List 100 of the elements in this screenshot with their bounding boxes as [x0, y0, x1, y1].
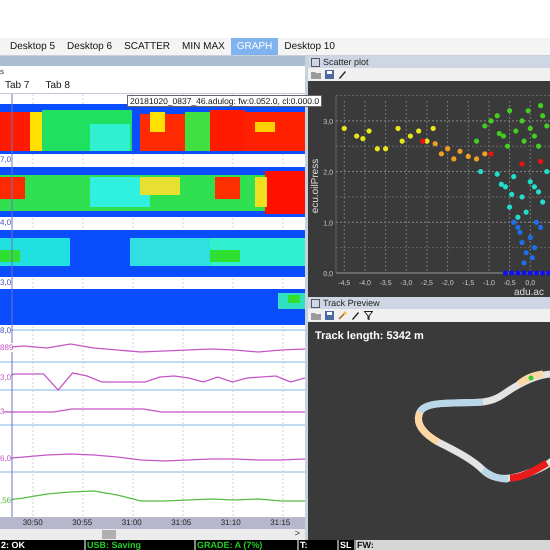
point: [445, 146, 450, 152]
point: [502, 270, 508, 276]
point: [538, 103, 544, 108]
point: [544, 123, 550, 129]
point: [534, 270, 540, 276]
point: [383, 146, 388, 152]
point: [494, 113, 500, 118]
point: [509, 192, 514, 197]
point: [524, 210, 529, 215]
status-text: FW:: [357, 540, 374, 550]
point: [544, 168, 550, 174]
axis-value-label: 3,0: [0, 373, 12, 382]
window-icon: [311, 58, 320, 66]
scroll-thumb[interactable]: [102, 530, 116, 540]
status-text: GRADE: A (7%): [197, 540, 262, 550]
point: [342, 126, 347, 132]
point: [540, 199, 546, 205]
point: [507, 204, 512, 210]
point: [354, 133, 360, 139]
point: [498, 182, 504, 187]
point: [374, 146, 380, 152]
scroll-right-arrow[interactable]: >: [294, 528, 300, 538]
point: [488, 118, 494, 124]
wand-icon[interactable]: [338, 311, 347, 320]
axis-value-label: 7,0: [0, 155, 12, 164]
point: [511, 220, 516, 225]
point: [528, 270, 533, 276]
desktop-tab[interactable]: Desktop 10: [278, 38, 341, 55]
point: [519, 194, 525, 200]
point: [534, 220, 540, 225]
desktop-tab[interactable]: Desktop 5: [4, 38, 62, 55]
desktop-tab[interactable]: Desktop 6: [61, 38, 118, 55]
point: [504, 144, 510, 149]
point: [488, 151, 494, 156]
point: [457, 148, 463, 154]
point: [432, 141, 438, 146]
point: [536, 144, 542, 149]
point: [532, 245, 537, 250]
track-length-label: Track length: 5342 m: [314, 329, 425, 342]
time-label: 31:00: [120, 517, 143, 530]
point: [515, 224, 520, 230]
point: [509, 270, 514, 276]
point: [519, 161, 525, 167]
panel-title: Track Preview: [323, 298, 380, 308]
status-text: USB: Saving: [87, 540, 142, 550]
sub-tab[interactable]: Tab 8: [40, 78, 75, 94]
point: [519, 118, 525, 124]
point: [530, 255, 535, 260]
point: [528, 126, 533, 132]
axis-value-label: 4,0: [0, 218, 12, 228]
point: [502, 184, 508, 190]
point: [513, 128, 518, 134]
time-label: 31:05: [170, 517, 192, 530]
axis-value-label: 889: [0, 343, 14, 352]
tooltip: 20181020_0837_46.adulog: fw:0.052.0, cl:0.000.0: [127, 95, 322, 108]
point: [482, 123, 488, 129]
point: [500, 133, 506, 139]
point: [366, 128, 372, 134]
axis-value-label: 3,0: [0, 278, 12, 288]
pen-icon[interactable]: [338, 70, 347, 79]
desktop-tab[interactable]: SCATTER: [118, 38, 176, 55]
point: [515, 270, 520, 276]
point: [521, 138, 527, 144]
status-text: T:: [300, 540, 308, 550]
time-label: 31:15: [269, 517, 292, 530]
point: [466, 154, 471, 159]
save-icon[interactable]: [325, 311, 334, 320]
status-text: SL: [340, 540, 352, 550]
point: [360, 136, 366, 142]
point: [517, 230, 523, 236]
pen-icon[interactable]: [351, 311, 360, 320]
point: [430, 126, 436, 132]
point: [538, 158, 544, 164]
point: [540, 113, 546, 118]
point: [524, 250, 529, 256]
x-axis-title: adu.ac: [514, 287, 544, 297]
point: [521, 270, 527, 276]
time-label: 30:55: [71, 517, 94, 530]
axis-value-label: 6,0: [0, 454, 12, 464]
point: [521, 260, 527, 266]
point: [494, 172, 500, 177]
axis-value-label: 3: [0, 407, 4, 416]
desktop-tab[interactable]: MIN MAX: [176, 38, 231, 55]
point: [526, 108, 531, 114]
sub-tab[interactable]: Tab 7: [0, 78, 34, 94]
point: [528, 234, 533, 240]
point: [538, 224, 544, 230]
point: [395, 126, 401, 132]
scrollbar[interactable]: >: [0, 529, 305, 540]
point: [519, 240, 525, 246]
panel-title: Scatter plot: [323, 57, 369, 67]
point: [438, 151, 444, 156]
point: [416, 128, 422, 134]
point: [408, 133, 413, 139]
point: [496, 130, 502, 136]
point: [478, 168, 484, 174]
point: [532, 133, 537, 139]
filter-icon[interactable]: [364, 311, 373, 320]
save-icon[interactable]: [325, 70, 334, 79]
point: [400, 138, 405, 144]
